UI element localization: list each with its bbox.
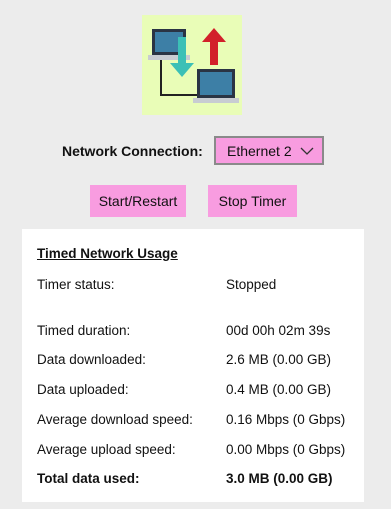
stat-value: 00d 00h 02m 39s <box>226 323 331 338</box>
start-restart-button[interactable]: Start/Restart <box>90 185 186 217</box>
stat-label: Data uploaded: <box>37 382 129 397</box>
stat-row-avg-download: Average download speed: 0.16 Mbps (0 Gbp… <box>22 412 364 432</box>
stat-row-duration: Timed duration: 00d 00h 02m 39s <box>22 323 364 343</box>
stat-value: 2.6 MB (0.00 GB) <box>226 352 332 367</box>
stat-label: Average upload speed: <box>37 442 176 457</box>
total-label: Total data used: <box>37 471 140 486</box>
connection-row: Network Connection: Ethernet 2 <box>0 136 391 166</box>
stat-label: Average download speed: <box>37 412 193 427</box>
connection-label: Network Connection: <box>62 143 203 159</box>
stat-label: Data downloaded: <box>37 352 146 367</box>
timer-status-value: Stopped <box>226 277 277 292</box>
usage-panel: Timed Network Usage Timer status: Stoppe… <box>22 229 364 502</box>
chevron-down-icon <box>300 147 314 155</box>
stat-value: 0.00 Mbps (0 Gbps) <box>226 442 346 457</box>
stat-value: 0.4 MB (0.00 GB) <box>226 382 332 397</box>
stat-label: Timed duration: <box>37 323 131 338</box>
app-logo <box>142 15 242 115</box>
timer-status-label: Timer status: <box>37 277 115 292</box>
usage-title: Timed Network Usage <box>37 246 178 261</box>
stat-value: 0.16 Mbps (0 Gbps) <box>226 412 346 427</box>
total-value: 3.0 MB (0.00 GB) <box>226 471 333 486</box>
stat-row-downloaded: Data downloaded: 2.6 MB (0.00 GB) <box>22 352 364 372</box>
timer-status-row: Timer status: Stopped <box>22 277 364 297</box>
connection-select[interactable]: Ethernet 2 <box>214 136 324 165</box>
stat-row-avg-upload: Average upload speed: 0.00 Mbps (0 Gbps) <box>22 442 364 462</box>
total-row: Total data used: 3.0 MB (0.00 GB) <box>22 471 364 491</box>
connection-selected-value: Ethernet 2 <box>227 143 292 159</box>
stat-row-uploaded: Data uploaded: 0.4 MB (0.00 GB) <box>22 382 364 402</box>
stop-timer-button[interactable]: Stop Timer <box>208 185 297 217</box>
network-transfer-icon <box>148 28 239 103</box>
